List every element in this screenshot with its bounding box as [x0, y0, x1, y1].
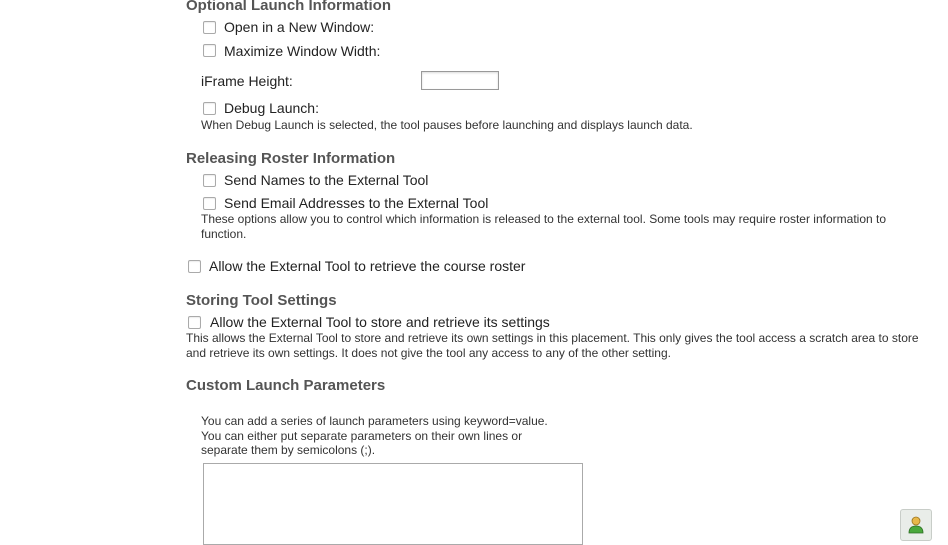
- custom-params-help-line1: You can add a series of launch parameter…: [201, 414, 548, 428]
- maximize-width-label: Maximize Window Width:: [224, 43, 381, 59]
- new-window-label: Open in a New Window:: [224, 19, 375, 35]
- allow-settings-checkbox[interactable]: [188, 316, 201, 329]
- roster-note-line2: function.: [201, 227, 247, 241]
- maximize-width-checkbox[interactable]: [203, 44, 216, 57]
- debug-launch-checkbox[interactable]: [203, 102, 216, 115]
- allow-roster-checkbox[interactable]: [188, 260, 201, 273]
- debug-launch-note: When Debug Launch is selected, the tool …: [201, 118, 693, 132]
- send-names-label: Send Names to the External Tool: [224, 172, 429, 188]
- send-emails-label: Send Email Addresses to the External Too…: [224, 195, 489, 211]
- send-names-checkbox[interactable]: [203, 174, 216, 187]
- iframe-height-label: iFrame Height:: [201, 73, 293, 89]
- custom-params-help-line3: separate them by semicolons (;).: [201, 443, 376, 457]
- custom-params-heading: Custom Launch Parameters: [186, 377, 386, 394]
- settings-note-line2: and retrieve its own settings. It does n…: [186, 346, 671, 360]
- allow-settings-label: Allow the External Tool to store and ret…: [210, 314, 550, 330]
- storing-settings-heading: Storing Tool Settings: [186, 292, 337, 309]
- allow-roster-label: Allow the External Tool to retrieve the …: [209, 258, 526, 274]
- settings-note-line1: This allows the External Tool to store a…: [186, 331, 919, 345]
- send-emails-checkbox[interactable]: [203, 197, 216, 210]
- iframe-height-input[interactable]: [421, 71, 499, 90]
- user-help-icon: [908, 516, 924, 534]
- roster-note-line1: These options allow you to control which…: [201, 212, 887, 226]
- releasing-roster-heading: Releasing Roster Information: [186, 150, 396, 167]
- user-help-button[interactable]: [900, 509, 932, 541]
- debug-launch-label: Debug Launch:: [224, 100, 319, 116]
- custom-params-help-line2: You can either put separate parameters o…: [201, 429, 523, 443]
- new-window-checkbox[interactable]: [203, 21, 216, 34]
- custom-params-textarea[interactable]: [203, 463, 583, 545]
- optional-launch-heading: Optional Launch Information: [186, 0, 391, 14]
